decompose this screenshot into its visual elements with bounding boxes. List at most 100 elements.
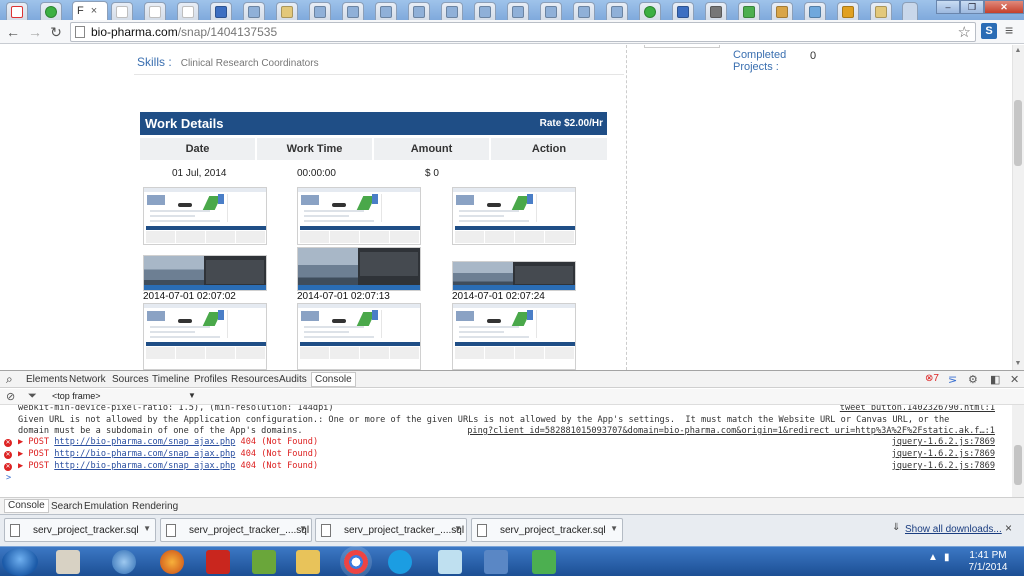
tab-21[interactable] [672,2,694,20]
folder-icon[interactable] [296,550,320,574]
app-icon[interactable] [438,550,462,574]
ie-icon[interactable] [112,550,136,574]
tab-10[interactable] [309,2,331,20]
tab-2[interactable] [40,2,62,20]
scroll-down-arrow-icon[interactable]: ▼ [1013,360,1023,368]
page-scrollbar[interactable] [1012,45,1024,370]
error-url[interactable]: http://bio-pharma.com/snap_ajax.php [54,461,235,471]
console-source-link[interactable]: jquery-1.6.2.js:7869 [892,437,995,447]
download-item[interactable]: serv_project_tracker.sql ▼ [471,518,623,542]
tab-elements[interactable]: Elements [26,374,68,385]
snapshot-thumbnail[interactable] [143,187,267,245]
download-menu-icon[interactable]: ▼ [143,524,151,533]
reload-icon[interactable]: ↻ [47,23,65,41]
network-icon[interactable]: ▮ [944,552,950,563]
tab-26[interactable] [837,2,859,20]
console-error-line[interactable]: ▶ POST http://bio-pharma.com/snap_ajax.p… [18,449,318,459]
editor-icon[interactable] [252,550,276,574]
tab-9[interactable] [276,2,298,20]
snapshot-thumbnail-banner[interactable] [297,247,421,291]
error-url[interactable]: http://bio-pharma.com/snap_ajax.php [54,437,235,447]
drawer-tab-search[interactable]: Search [51,501,83,512]
skype-icon[interactable] [388,550,412,574]
frame-selector[interactable]: <top frame> [52,391,101,401]
app-icon[interactable] [484,550,508,574]
tab-17[interactable] [540,2,562,20]
snapshot-thumbnail[interactable] [297,187,421,245]
app-icon[interactable] [532,550,556,574]
tab-15[interactable] [474,2,496,20]
error-url[interactable]: http://bio-pharma.com/snap_ajax.php [54,449,235,459]
frame-dropdown-icon[interactable]: ▼ [188,391,196,400]
download-bar-close-icon[interactable]: × [1005,521,1012,535]
error-count-badge[interactable]: ⊗7 [925,373,939,384]
download-item[interactable]: serv_project_tracker.sql ▼ [4,518,156,542]
tab-27[interactable] [870,2,892,20]
tab-7[interactable] [210,2,232,20]
bookmark-star-icon[interactable]: ☆ [958,23,971,41]
tray-arrow-icon[interactable]: ▲ [928,552,938,563]
drawer-tab-emulation[interactable]: Emulation [84,501,128,512]
tab-14[interactable] [441,2,463,20]
devtools-search-icon[interactable]: ⌕ [6,372,13,387]
download-menu-icon[interactable]: ▼ [610,524,618,533]
tab-20[interactable] [639,2,661,20]
page-scrollbar-thumb[interactable] [1014,100,1022,166]
forward-arrow-icon[interactable]: → [26,23,44,41]
snapshot-thumbnail-banner[interactable] [143,255,267,291]
snapshot-thumbnail[interactable] [143,303,267,370]
tab-18[interactable] [573,2,595,20]
console-scrollbar[interactable] [1012,405,1024,497]
devtools-close-icon[interactable]: ✕ [1010,373,1019,386]
tab-active[interactable]: F × [72,1,108,20]
tab-audits[interactable]: Audits [279,374,307,385]
firefox-icon[interactable] [160,550,184,574]
restore-icon[interactable]: ❐ [960,0,984,14]
tab-16[interactable] [507,2,529,20]
tab-13[interactable] [408,2,430,20]
back-arrow-icon[interactable]: ← [4,23,22,41]
console-error-line[interactable]: ▶ POST http://bio-pharma.com/snap_ajax.p… [18,437,318,447]
tab-network[interactable]: Network [69,374,106,385]
tab-resources[interactable]: Resources [231,374,279,385]
tab-19[interactable] [606,2,628,20]
drawer-tab-console[interactable]: Console [4,499,49,513]
tab-4[interactable] [111,2,133,20]
address-bar[interactable]: bio-pharma.com/snap/1404137535 ☆ [70,22,976,42]
tab-timeline[interactable]: Timeline [152,374,189,385]
tab-8[interactable] [243,2,265,20]
tab-profiles[interactable]: Profiles [194,374,227,385]
extension-icon[interactable]: S [981,23,997,39]
dock-icon[interactable]: ◧ [990,373,1000,386]
menu-icon[interactable]: ≡ [1005,22,1013,38]
console-drawer-icon[interactable]: ⋝ [948,373,957,386]
system-clock[interactable]: 1:41 PM 7/1/2014 [966,550,1010,574]
new-tab-button[interactable] [902,2,918,20]
tab-6[interactable] [177,2,199,20]
snapshot-thumbnail[interactable] [452,303,576,370]
show-all-downloads-link[interactable]: Show all downloads... [905,524,1002,535]
close-window-icon[interactable]: ✕ [984,0,1024,14]
console-error-line[interactable]: ▶ POST http://bio-pharma.com/snap_ajax.p… [18,461,318,471]
notepad-icon[interactable] [56,550,80,574]
filezilla-icon[interactable] [206,550,230,574]
tab-23[interactable] [738,2,760,20]
tab-console[interactable]: Console [311,372,356,387]
tab-sources[interactable]: Sources [112,374,149,385]
tab-11[interactable] [342,2,364,20]
tab-22[interactable] [705,2,727,20]
scroll-up-arrow-icon[interactable]: ▲ [1013,47,1023,55]
tab-5[interactable] [144,2,166,20]
snapshot-thumbnail[interactable] [452,187,576,245]
tab-12[interactable] [375,2,397,20]
tab-25[interactable] [804,2,826,20]
snapshot-thumbnail[interactable] [297,303,421,370]
console-scrollbar-thumb[interactable] [1014,445,1022,485]
snapshot-thumbnail-banner[interactable] [452,261,576,291]
chrome-icon[interactable] [344,550,368,574]
download-item[interactable]: serv_project_tracker_....sql ▼ [160,518,312,542]
clear-console-icon[interactable]: ⊘ [6,390,15,403]
filter-icon[interactable]: ⏷ [28,390,37,403]
start-button[interactable] [2,548,38,576]
console-source-link[interactable]: tweet_button.1402326790.html:1 [840,405,995,413]
